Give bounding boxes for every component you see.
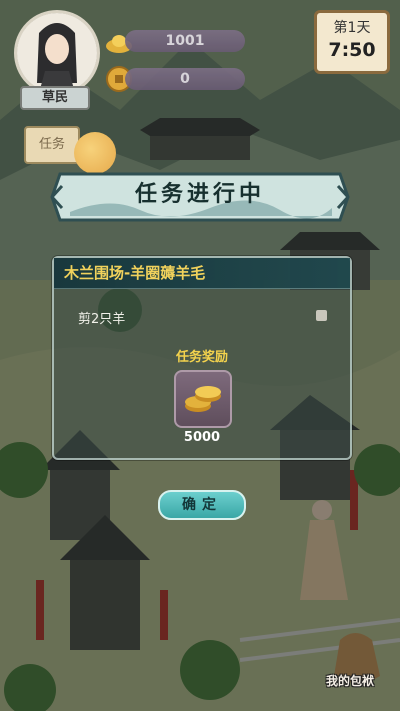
objective-checkbox [316, 310, 327, 321]
player-avatar[interactable] [14, 10, 100, 96]
confirm-button[interactable]: 确定 [158, 490, 246, 520]
task-header: 木兰围场-羊圈薅羊毛 [54, 258, 350, 289]
reward-item[interactable] [174, 370, 232, 428]
avatar-portrait-icon [17, 13, 97, 93]
bag-label[interactable]: 我的包袱 [326, 672, 374, 689]
dialog-banner: 任务进行中 [50, 166, 350, 228]
coin-counter: 1001 [125, 30, 245, 52]
day-time-card: 第1天 7:50 [314, 10, 390, 74]
reward-amount: 5000 [183, 430, 221, 445]
day-label: 第1天 [333, 20, 371, 36]
time-label: 7:50 [328, 39, 376, 61]
coin-stack-icon [185, 386, 221, 412]
reward-title: 任务奖励 [175, 350, 228, 365]
objective-text: 剪2只羊 [78, 312, 126, 327]
task-title: 木兰围场-羊圈薅羊毛 [64, 264, 206, 282]
task-flag-button[interactable]: 任务 [24, 126, 80, 164]
dialog-title: 任务进行中 [134, 182, 265, 207]
token-counter: 0 [125, 68, 245, 90]
rank-label: 草民 [20, 86, 90, 110]
task-panel: 木兰围场-羊圈薅羊毛 剪2只羊 任务奖励 5000 [52, 256, 352, 460]
